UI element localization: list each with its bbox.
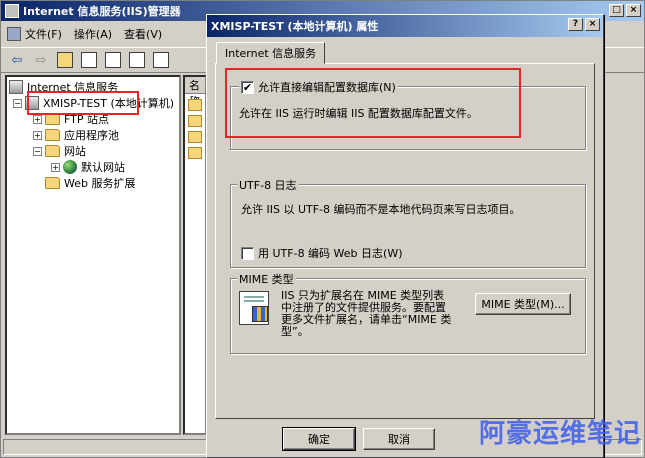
collapse-icon[interactable]: −: [33, 146, 42, 156]
mime-type-group: MIME 类型 IIS 只为扩展名在 MIME 类型列表 中注册了的文件提供服务…: [230, 271, 586, 354]
properties-icon[interactable]: [103, 50, 123, 70]
show-tree-icon[interactable]: [79, 50, 99, 70]
utf8-checkbox[interactable]: [241, 246, 254, 260]
tab-internet-info-services[interactable]: Internet 信息服务: [216, 42, 326, 64]
folder-icon[interactable]: [188, 115, 202, 127]
tree-label: 应用程序池: [64, 129, 119, 142]
utf8-checkbox-row[interactable]: 用 UTF-8 编码 Web 日志(W): [241, 245, 403, 261]
window-menu-icon[interactable]: [7, 27, 21, 41]
highlight-box-server: [27, 91, 139, 115]
iis-app-icon: [5, 4, 19, 18]
folder-icon[interactable]: [188, 99, 202, 111]
dialog-close-button[interactable]: ×: [585, 18, 600, 31]
tree-item-web-extensions[interactable]: Web 服务扩展: [45, 175, 135, 191]
utf8-checkbox-label: 用 UTF-8 编码 Web 日志(W): [258, 247, 403, 260]
tree-item-app-pools[interactable]: + 应用程序池: [33, 127, 119, 143]
forward-arrow-icon[interactable]: ⇨: [31, 50, 51, 70]
main-close-button[interactable]: ×: [626, 4, 641, 17]
tree-label: Web 服务扩展: [64, 177, 136, 190]
utf8-description: 允许 IIS 以 UTF-8 编码而不是本地代码页来写日志项目。: [241, 203, 521, 216]
ok-button[interactable]: 确定: [282, 427, 356, 451]
mime-text-line: 型”。: [281, 325, 309, 338]
list-pane: 名称: [183, 75, 207, 435]
properties-dialog: XMISP-TEST (本地计算机) 属性 ? × Internet 信息服务 …: [206, 14, 604, 458]
mime-document-icon: [239, 291, 269, 325]
highlight-box-direct-edit: [225, 68, 521, 138]
folder-icon: [45, 177, 60, 189]
watermark-text: 阿豪运维笔记: [478, 419, 641, 449]
export-icon[interactable]: [151, 50, 171, 70]
expand-icon[interactable]: +: [33, 114, 42, 124]
up-folder-icon[interactable]: [55, 50, 75, 70]
menu-action[interactable]: 操作(A): [74, 26, 112, 42]
folder-icon: [45, 129, 60, 141]
mime-types-button[interactable]: MIME 类型(M)...: [475, 293, 571, 315]
folder-icon: [45, 145, 60, 157]
dialog-title: XMISP-TEST (本地计算机) 属性: [211, 20, 379, 33]
folder-icon[interactable]: [188, 131, 202, 143]
tree-label: 网站: [64, 145, 86, 158]
dialog-titlebar: XMISP-TEST (本地计算机) 属性 ? ×: [207, 15, 603, 37]
globe-icon: [63, 160, 77, 174]
tree-item-websites[interactable]: − 网站: [33, 143, 86, 159]
iis-root-icon: [9, 80, 23, 94]
mime-group-caption: MIME 类型: [237, 271, 296, 287]
list-column-header[interactable]: 名称: [185, 77, 205, 108]
menu-file[interactable]: 文件(F): [25, 26, 62, 42]
back-arrow-icon[interactable]: ⇦: [7, 50, 27, 70]
utf8-group-caption: UTF-8 日志: [237, 177, 299, 193]
tree-item-default-site[interactable]: + 默认网站: [51, 159, 125, 175]
expand-icon[interactable]: +: [51, 162, 60, 172]
refresh-icon[interactable]: [127, 50, 147, 70]
folder-icon[interactable]: [188, 147, 202, 159]
menu-view[interactable]: 查看(V): [124, 26, 162, 42]
main-maximize-button[interactable]: □: [609, 4, 624, 17]
help-button[interactable]: ?: [568, 18, 583, 31]
collapse-icon[interactable]: −: [13, 98, 22, 108]
tree-pane: Internet 信息服务 − XMISP-TEST (本地计算机) + FTP…: [5, 75, 181, 435]
main-title: Internet 信息服务(IIS)管理器: [23, 5, 181, 18]
cancel-button[interactable]: 取消: [363, 428, 435, 450]
tree-label: 默认网站: [81, 161, 125, 174]
utf8-log-group: UTF-8 日志 允许 IIS 以 UTF-8 编码而不是本地代码页来写日志项目…: [230, 177, 586, 268]
expand-icon[interactable]: +: [33, 130, 42, 140]
